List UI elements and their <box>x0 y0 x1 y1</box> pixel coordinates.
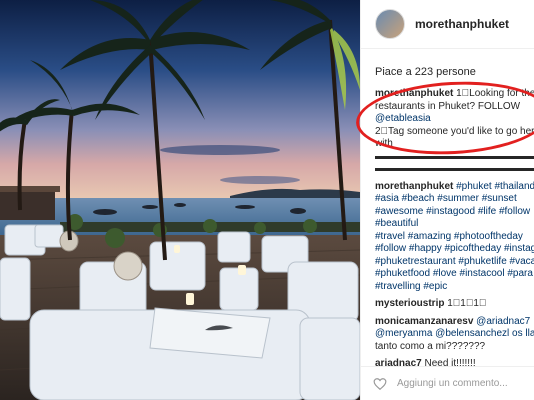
hashtag-line-5[interactable]: #travel #amazing #photooftheday <box>375 231 534 244</box>
hashtag-line-3[interactable]: #awesome #instagood #life #follow <box>375 206 534 219</box>
comment-username[interactable]: monicamanzanaresv <box>375 316 473 327</box>
caption-mention[interactable]: @etableasia <box>375 113 534 126</box>
hashtag-comment: morethanphuket #phuket #thailand #asia #… <box>375 181 534 294</box>
comment-item: mysterioustrip 1⃣1⃣1⃣ <box>375 298 534 311</box>
comment-item: monicamanzanaresv @ariadnac7 @meryanma @… <box>375 316 534 354</box>
comment-mention[interactable]: @ariadnac7 <box>473 316 530 327</box>
caption-divider-2: ▬▬▬▬▬▬▬▬▬▬▬▬▬▬▬▬▬▬ <box>375 163 534 174</box>
avatar[interactable] <box>375 9 405 39</box>
comment-mentions-line[interactable]: @meryanma @belensanchezl os llam <box>375 328 534 341</box>
hashtag-line-8[interactable]: #phuketfood #love #instacool #para <box>375 268 534 281</box>
comment-username[interactable]: mysterioustrip <box>375 298 444 309</box>
hashtag-line-2[interactable]: #asia #beach #summer #sunset <box>375 193 534 206</box>
caption-comment: morethanphuket 1⃣Looking for the restaur… <box>375 88 534 176</box>
likes-count[interactable]: Piace a 223 persone <box>375 66 476 78</box>
caption-line-4: 2⃣Tag someone you'd like to go here <box>375 125 534 137</box>
caption-line-1: 1⃣Looking for the <box>453 88 534 99</box>
caption-username[interactable]: morethanphuket <box>375 88 453 99</box>
comments-list: morethanphuket 1⃣Looking for the restaur… <box>375 88 534 376</box>
hashtag-line-9[interactable]: #travelling #epic <box>375 281 534 294</box>
caption-divider-1: ▬▬▬▬▬▬▬▬▬▬▬▬▬▬▬▬▬▬ <box>375 150 534 162</box>
post-photo[interactable] <box>0 0 360 400</box>
comment-text: 1⃣1⃣1⃣ <box>444 298 487 309</box>
post-photo-image <box>0 0 360 400</box>
hashtag-line-7[interactable]: #phuketrestaurant #phuketlife #vaca <box>375 256 534 269</box>
hashtag-line-6[interactable]: #follow #happy #picoftheday #instag <box>375 243 534 256</box>
post-side-panel: morethanphuket Piace a 223 persone moret… <box>360 0 534 400</box>
post-header: morethanphuket <box>361 0 534 49</box>
hashtag-line-1[interactable]: #phuket #thailand <box>453 181 534 192</box>
caption-line-5: with <box>375 138 393 149</box>
caption-line-2: restaurants in Phuket? FOLLOW <box>375 100 521 112</box>
heart-icon[interactable] <box>373 377 387 391</box>
comment-text: tanto como a mi??????? <box>375 340 486 352</box>
instagram-post-view: morethanphuket Piace a 223 persone moret… <box>0 0 534 400</box>
post-username[interactable]: morethanphuket <box>415 17 509 31</box>
comment-bar: Aggiungi un commento... <box>361 366 534 400</box>
add-comment-input[interactable]: Aggiungi un commento... <box>397 378 508 389</box>
hashtag-line-4[interactable]: #beautiful <box>375 218 534 231</box>
hashtag-username[interactable]: morethanphuket <box>375 181 453 192</box>
